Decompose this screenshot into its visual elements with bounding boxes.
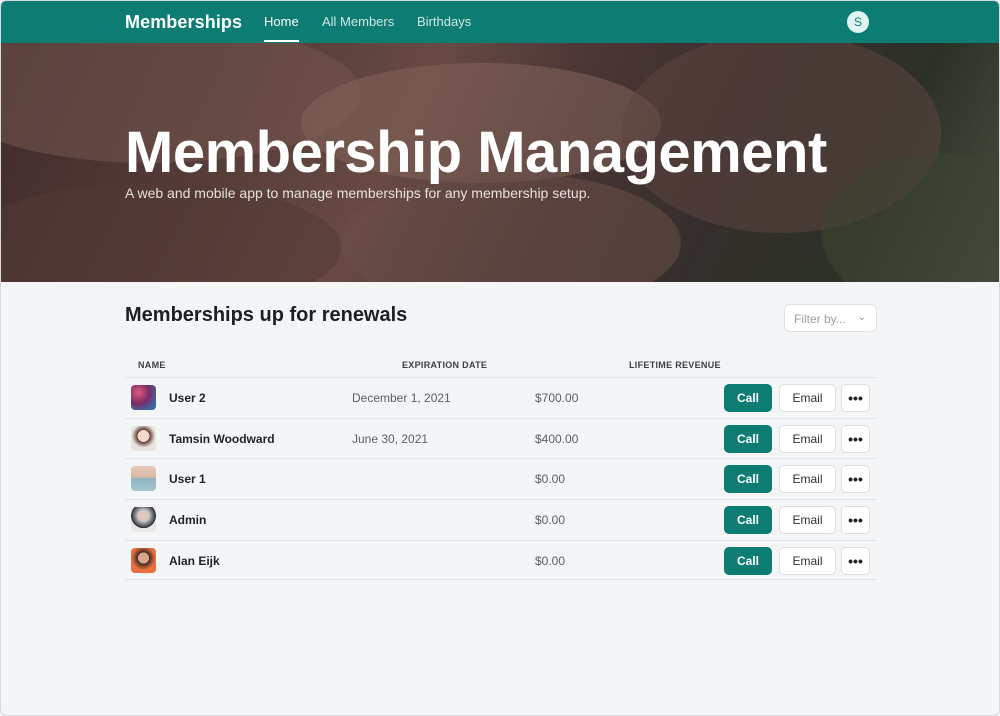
member-name[interactable]: User 2	[169, 391, 206, 405]
email-button[interactable]: Email	[779, 425, 836, 453]
table-row: Alan Eijk $0.00 Call Email •••	[125, 540, 877, 580]
more-horizontal-icon[interactable]: •••	[841, 425, 870, 453]
expiration-date: June 30, 2021	[352, 432, 429, 446]
email-button[interactable]: Email	[779, 465, 836, 493]
member-name[interactable]: User 1	[169, 472, 206, 486]
expiration-date: December 1, 2021	[352, 391, 451, 405]
call-button[interactable]: Call	[724, 547, 772, 575]
avatar	[131, 507, 156, 532]
avatar	[131, 466, 156, 491]
more-horizontal-icon[interactable]: •••	[841, 384, 870, 412]
hero-banner: Membership Management A web and mobile a…	[1, 43, 999, 282]
column-header-name: NAME	[138, 360, 166, 370]
table-row: Admin $0.00 Call Email •••	[125, 499, 877, 539]
chevron-down-icon: ⌄	[857, 312, 866, 323]
filter-placeholder: Filter by...	[794, 312, 846, 326]
more-horizontal-icon[interactable]: •••	[841, 547, 870, 575]
nav-home[interactable]: Home	[264, 14, 299, 42]
table-row: User 2 December 1, 2021 $700.00 Call Ema…	[125, 377, 877, 417]
lifetime-revenue: $700.00	[535, 391, 579, 405]
top-navbar: Memberships Home All Members Birthdays S	[1, 1, 999, 43]
table-row: User 1 $0.00 Call Email •••	[125, 458, 877, 498]
column-header-revenue: LIFETIME REVENUE	[629, 360, 721, 370]
app-window: Memberships Home All Members Birthdays S…	[0, 0, 1000, 716]
lifetime-revenue: $400.00	[535, 432, 579, 446]
nav-all-members[interactable]: All Members	[322, 14, 394, 29]
avatar	[131, 426, 156, 451]
email-button[interactable]: Email	[779, 506, 836, 534]
nav-birthdays[interactable]: Birthdays	[417, 14, 471, 29]
hero-subtitle: A web and mobile app to manage membershi…	[125, 185, 591, 201]
column-header-expiration: EXPIRATION DATE	[402, 360, 488, 370]
hero-title: Membership Management	[125, 120, 827, 185]
call-button[interactable]: Call	[724, 384, 772, 412]
more-horizontal-icon[interactable]: •••	[841, 465, 870, 493]
call-button[interactable]: Call	[724, 425, 772, 453]
brand-logo[interactable]: Memberships	[125, 12, 242, 33]
section-title: Memberships up for renewals	[125, 304, 408, 326]
lifetime-revenue: $0.00	[535, 554, 566, 568]
avatar	[131, 548, 156, 573]
email-button[interactable]: Email	[779, 384, 836, 412]
filter-select[interactable]: Filter by... ⌄	[784, 304, 877, 332]
email-button[interactable]: Email	[779, 547, 836, 575]
member-name[interactable]: Alan Eijk	[169, 554, 220, 568]
member-name[interactable]: Admin	[169, 513, 206, 527]
lifetime-revenue: $0.00	[535, 472, 566, 486]
lifetime-revenue: $0.00	[535, 513, 566, 527]
member-name[interactable]: Tamsin Woodward	[169, 432, 275, 446]
call-button[interactable]: Call	[724, 465, 772, 493]
call-button[interactable]: Call	[724, 506, 772, 534]
more-horizontal-icon[interactable]: •••	[841, 506, 870, 534]
avatar	[131, 385, 156, 410]
table-row: Tamsin Woodward June 30, 2021 $400.00 Ca…	[125, 418, 877, 458]
user-avatar[interactable]: S	[847, 11, 869, 33]
